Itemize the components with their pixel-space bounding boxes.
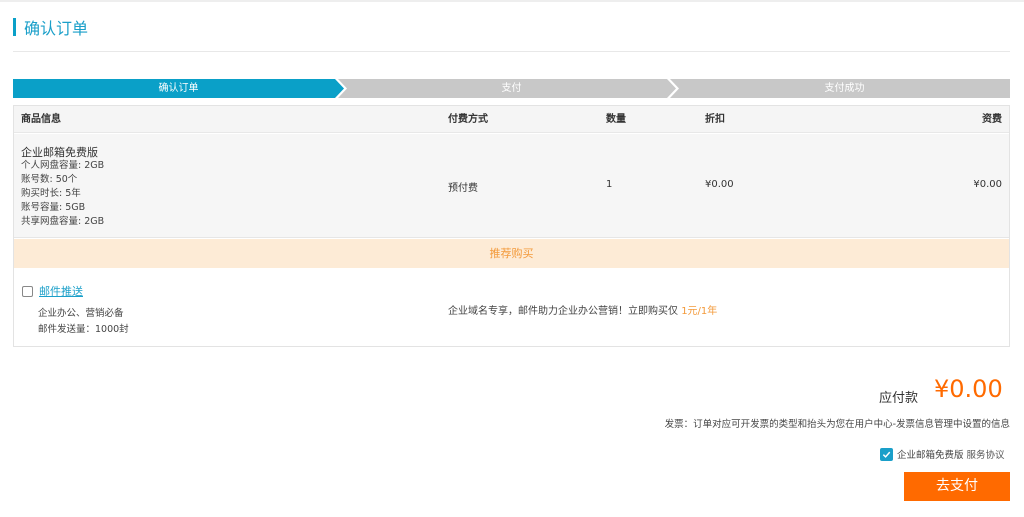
pay-button[interactable]: 去支付 bbox=[904, 472, 1010, 501]
header-fee: 资费 bbox=[982, 114, 1002, 125]
addon-promo-text: 企业域名专享，邮件助力企业办公营销！立即购买仅 bbox=[448, 306, 682, 317]
addon-row: 邮件推送 企业办公、营销必备 邮件发送量：1000封 企业域名专享，邮件助力企业… bbox=[14, 268, 1009, 346]
title-accent-bar bbox=[13, 18, 16, 36]
page-title: 确认订单 bbox=[24, 19, 89, 38]
progress-steps: 确认订单 支付 支付成功 bbox=[13, 79, 1010, 98]
addon-send-volume: 邮件发送量：1000封 bbox=[38, 324, 129, 335]
header-quantity: 数量 bbox=[606, 114, 626, 125]
addon-desc: 企业办公、营销必备 bbox=[38, 308, 124, 319]
header-product: 商品信息 bbox=[21, 114, 61, 125]
step-payment: 支付 bbox=[501, 83, 522, 94]
amount-value: ¥0.00 bbox=[934, 375, 1003, 403]
header-discount: 折扣 bbox=[705, 114, 725, 125]
addon-promo: 企业域名专享，邮件助力企业办公营销！立即购买仅 1元/1年 bbox=[448, 302, 717, 317]
step-confirm-order: 确认订单 bbox=[158, 83, 199, 94]
product-detail: 购买时长: 5年 bbox=[21, 188, 81, 199]
service-agreement-link[interactable]: 服务协议 bbox=[967, 447, 1005, 461]
product-detail: 账号数: 50个 bbox=[21, 174, 78, 185]
fee-value: ¥0.00 bbox=[973, 179, 1002, 190]
addon-name-link[interactable]: 邮件推送 bbox=[39, 283, 83, 299]
order-table: 商品信息 付费方式 数量 折扣 资费 企业邮箱免费版 个人网盘容量: 2GB 账… bbox=[13, 105, 1010, 347]
recommend-banner: 推荐购买 bbox=[14, 239, 1009, 268]
table-row: 企业邮箱免费版 个人网盘容量: 2GB 账号数: 50个 购买时长: 5年 账号… bbox=[14, 134, 1009, 238]
page-header: 确认订单 bbox=[13, 16, 88, 38]
invoice-note: 发票：订单对应可开发票的类型和抬头为您在用户中心-发票信息管理中设置的信息 bbox=[664, 419, 1010, 430]
agreement: 企业邮箱免费版 服务协议 bbox=[880, 447, 1005, 461]
checkmark-icon bbox=[882, 451, 891, 458]
payment-method: 预付费 bbox=[448, 183, 478, 194]
agree-product: 企业邮箱免费版 bbox=[897, 450, 964, 461]
product-detail: 账号容量: 5GB bbox=[21, 202, 86, 213]
step-payment-success: 支付成功 bbox=[824, 83, 865, 94]
product-detail: 共享网盘容量: 2GB bbox=[21, 216, 105, 227]
header-payment: 付费方式 bbox=[448, 114, 488, 125]
discount-value: ¥0.00 bbox=[705, 179, 734, 190]
product-detail: 个人网盘容量: 2GB bbox=[21, 160, 105, 171]
agree-checkbox[interactable] bbox=[880, 447, 893, 461]
table-header: 商品信息 付费方式 数量 折扣 资费 bbox=[14, 106, 1009, 133]
addon-checkbox[interactable] bbox=[22, 286, 33, 297]
addon-promo-price: 1元/1年 bbox=[681, 306, 718, 317]
top-divider bbox=[0, 0, 1024, 2]
header-divider bbox=[13, 51, 1010, 52]
amount-label: 应付款 bbox=[879, 391, 919, 406]
quantity-value: 1 bbox=[606, 179, 613, 190]
